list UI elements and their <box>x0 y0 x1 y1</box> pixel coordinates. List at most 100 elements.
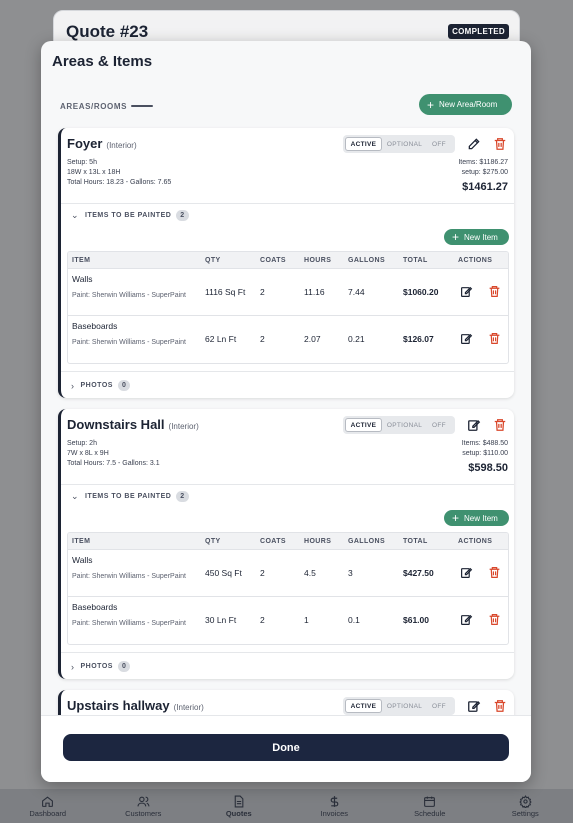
items-total: Items: $1186.27 <box>458 159 508 166</box>
document-icon <box>234 795 244 807</box>
items-to-paint-toggle[interactable]: ⌄ ITEMS TO BE PAINTED 2 <box>71 491 189 502</box>
item-gallons: 0.21 <box>348 334 365 344</box>
divider <box>61 371 514 372</box>
segment-optional[interactable]: OPTIONAL <box>382 137 427 151</box>
trash-icon[interactable] <box>488 613 501 626</box>
new-item-label: New Item <box>464 513 498 523</box>
edit-icon[interactable] <box>467 137 481 151</box>
th-qty: QTY <box>205 538 221 545</box>
item-gallons: 3 <box>348 568 353 578</box>
grand-total: $598.50 <box>468 462 508 474</box>
setup-total: setup: $110.00 <box>462 450 508 457</box>
item-coats: 2 <box>260 568 265 578</box>
chevron-down-icon: ⌄ <box>71 491 80 501</box>
segment-optional[interactable]: OPTIONAL <box>382 699 427 713</box>
items-to-paint-toggle[interactable]: ⌄ ITEMS TO BE PAINTED 2 <box>71 210 189 221</box>
edit-icon[interactable] <box>460 613 473 626</box>
nav-invoices[interactable]: Invoices <box>294 795 374 818</box>
item-total: $61.00 <box>403 615 429 625</box>
nav-label: Quotes <box>225 808 252 818</box>
item-name: Baseboards <box>72 602 118 612</box>
th-qty: QTY <box>205 257 221 264</box>
item-coats: 2 <box>260 334 265 344</box>
item-total: $126.07 <box>403 334 434 344</box>
item-paint: Paint: Sherwin Williams - SuperPaint <box>72 292 186 299</box>
segment-off[interactable]: OFF <box>427 699 451 713</box>
users-icon <box>137 796 150 806</box>
items-total: Items: $488.50 <box>461 440 508 447</box>
new-item-button[interactable]: + New Item <box>444 510 509 526</box>
th-hours: HOURS <box>304 257 332 264</box>
edit-icon[interactable] <box>460 285 473 298</box>
dimensions-text: 18W x 13L x 18H <box>67 169 121 176</box>
item-count-badge: 2 <box>176 210 189 221</box>
home-icon <box>42 795 54 807</box>
areas-section-header: AREAS/ROOMS + New Area/Room <box>60 94 512 118</box>
area-type: (Interior) <box>168 422 199 431</box>
nav-label: Dashboard <box>29 808 67 818</box>
status-badge: COMPLETED <box>448 24 509 39</box>
table-row: Walls Paint: Sherwin Williams - SuperPai… <box>68 550 508 597</box>
th-coats: COATS <box>260 538 286 545</box>
new-area-button[interactable]: + New Area/Room <box>419 94 512 115</box>
photos-toggle[interactable]: › PHOTOS 0 <box>71 380 131 391</box>
edit-icon[interactable] <box>460 332 473 345</box>
item-qty: 62 Ln Ft <box>205 334 237 344</box>
status-segmented-control: ACTIVE OPTIONAL OFF <box>343 697 455 715</box>
trash-icon[interactable] <box>488 566 501 579</box>
areas-scroll-container[interactable]: AREAS/ROOMS + New Area/Room Foyer (Interi… <box>41 81 531 715</box>
area-card-upstairs-hallway: Upstairs hallway (Interior) ACTIVE OPTION… <box>58 690 514 715</box>
plus-icon: + <box>452 511 460 525</box>
new-item-button[interactable]: + New Item <box>444 229 509 245</box>
trash-icon[interactable] <box>488 285 501 298</box>
th-item: ITEM <box>72 538 91 545</box>
nav-quotes[interactable]: Quotes <box>199 795 279 818</box>
segment-off[interactable]: OFF <box>427 137 451 151</box>
gear-icon <box>519 794 532 808</box>
nav-label: Schedule <box>414 808 446 818</box>
item-name: Walls <box>72 555 93 565</box>
th-actions: ACTIONS <box>458 257 493 264</box>
segment-optional[interactable]: OPTIONAL <box>382 418 427 432</box>
trash-icon[interactable] <box>493 699 507 713</box>
trash-icon[interactable] <box>493 418 507 432</box>
chevron-right-icon: › <box>71 661 75 672</box>
item-qty: 30 Ln Ft <box>205 615 237 625</box>
done-button[interactable]: Done <box>63 734 509 761</box>
th-total: TOTAL <box>403 538 428 545</box>
segment-active[interactable]: ACTIVE <box>345 137 382 151</box>
item-qty: 450 Sq Ft <box>205 568 242 578</box>
item-name: Walls <box>72 274 93 284</box>
trash-icon[interactable] <box>488 332 501 345</box>
hours-gallons-text: Total Hours: 7.5 - Gallons: 3.1 <box>67 460 160 467</box>
nav-dashboard[interactable]: Dashboard <box>8 795 88 818</box>
segment-off[interactable]: OFF <box>427 418 451 432</box>
area-totals: Items: $488.50 setup: $110.00 $598.50 <box>462 439 508 475</box>
chevron-right-icon: › <box>71 380 75 391</box>
segment-active[interactable]: ACTIVE <box>345 418 382 432</box>
nav-schedule[interactable]: Schedule <box>390 795 470 818</box>
setup-text: Setup: 5h <box>67 159 97 166</box>
area-card-foyer: Foyer (Interior) ACTIVE OPTIONAL OFF Setu… <box>58 128 514 398</box>
modal-footer: Done <box>41 715 531 782</box>
item-gallons: 0.1 <box>348 615 360 625</box>
segment-active[interactable]: ACTIVE <box>345 699 382 713</box>
edit-icon[interactable] <box>467 418 481 432</box>
photos-toggle[interactable]: › PHOTOS 0 <box>71 661 131 672</box>
edit-icon[interactable] <box>467 699 481 713</box>
item-coats: 2 <box>260 287 265 297</box>
bottom-nav: Dashboard Customers Quotes Invoices Sche… <box>0 789 573 823</box>
th-hours: HOURS <box>304 538 332 545</box>
plus-icon: + <box>427 97 435 112</box>
area-name-text: Upstairs hallway <box>67 698 170 713</box>
edit-icon[interactable] <box>460 566 473 579</box>
dollar-icon <box>330 795 339 807</box>
area-name: Foyer (Interior) <box>67 136 137 151</box>
nav-settings[interactable]: Settings <box>485 794 565 818</box>
table-row: Walls Paint: Sherwin Williams - SuperPai… <box>68 269 508 316</box>
item-hours: 1 <box>304 615 309 625</box>
item-paint: Paint: Sherwin Williams - SuperPaint <box>72 573 186 580</box>
item-gallons: 7.44 <box>348 287 365 297</box>
nav-customers[interactable]: Customers <box>103 795 183 818</box>
trash-icon[interactable] <box>493 137 507 151</box>
